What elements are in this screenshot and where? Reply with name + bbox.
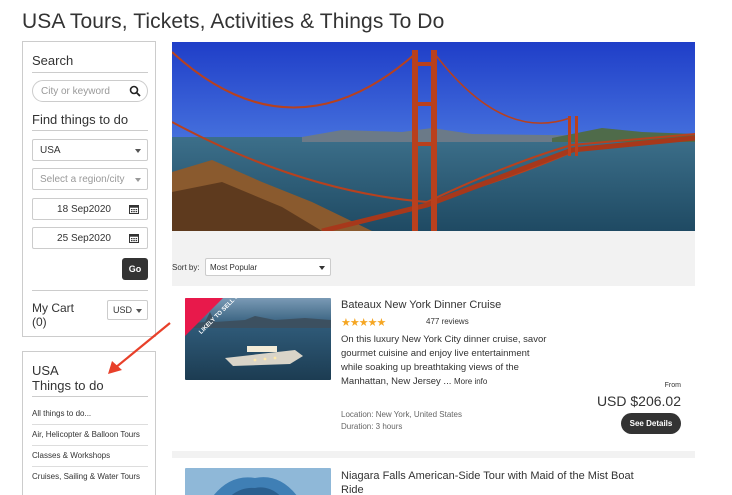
tour-description: On this luxury New York City dinner crui… — [341, 333, 551, 389]
start-date-value: 18 Sep2020 — [57, 204, 111, 215]
chevron-down-icon — [136, 309, 142, 313]
categories-title-country: USA — [32, 363, 59, 378]
categories-panel: USA Things to do All things to do... Air… — [22, 351, 156, 495]
divider — [32, 130, 148, 131]
my-cart[interactable]: My Cart (0) — [32, 301, 74, 329]
tour-title[interactable]: Bateaux New York Dinner Cruise — [341, 299, 501, 311]
chevron-down-icon — [135, 149, 141, 153]
tour-thumbnail[interactable] — [185, 468, 331, 495]
chevron-down-icon — [135, 178, 141, 182]
search-panel: Search City or keyword Find things to do… — [22, 41, 156, 337]
divider — [32, 396, 148, 397]
search-heading: Search — [32, 53, 74, 68]
end-date-field[interactable]: 25 Sep2020 — [32, 227, 148, 249]
start-date-field[interactable]: 18 Sep2020 — [32, 198, 148, 220]
tour-price: USD $206.02 — [596, 393, 681, 409]
search-icon[interactable] — [129, 85, 141, 97]
category-air-tours[interactable]: Air, Helicopter & Balloon Tours — [32, 424, 148, 445]
description-text: On this luxury New York City dinner crui… — [341, 334, 547, 387]
sort-select[interactable]: Most Popular — [205, 258, 331, 276]
tour-title[interactable]: Niagara Falls American-Side Tour with Ma… — [341, 469, 634, 495]
divider — [32, 72, 148, 73]
tour-card: Niagara Falls American-Side Tour with Ma… — [172, 466, 695, 495]
tour-thumbnail[interactable]: LIKELY TO SELL OUT — [185, 298, 331, 380]
category-cruises[interactable]: Cruises, Sailing & Water Tours — [32, 466, 148, 487]
tour-duration: Duration: 3 hours — [341, 422, 403, 431]
calendar-icon[interactable] — [129, 233, 139, 243]
sort-bar: Sort by: Most Popular — [172, 231, 695, 286]
search-input[interactable]: City or keyword — [32, 80, 148, 102]
region-select[interactable]: Select a region/city — [32, 168, 148, 190]
review-count[interactable]: 477 reviews — [426, 317, 469, 326]
category-all[interactable]: All things to do... — [32, 404, 148, 424]
categories-title-label: Things to do — [32, 378, 104, 393]
from-label: From — [664, 382, 681, 389]
sort-value: Most Popular — [210, 263, 258, 272]
calendar-icon[interactable] — [129, 204, 139, 214]
country-value: USA — [40, 145, 61, 156]
country-select[interactable]: USA — [32, 139, 148, 161]
star-rating-icon: ★★★★★ — [341, 317, 386, 329]
categories-title: USA Things to do — [32, 363, 104, 393]
tour-location: Location: New York, United States — [341, 410, 462, 419]
currency-value: USD — [113, 305, 133, 315]
end-date-value: 25 Sep2020 — [57, 233, 111, 244]
see-details-button[interactable]: See Details — [621, 413, 681, 434]
category-classes[interactable]: Classes & Workshops — [32, 445, 148, 466]
cart-count: (0) — [32, 315, 47, 329]
sort-label: Sort by: — [172, 263, 200, 272]
page-title: USA Tours, Tickets, Activities & Things … — [22, 10, 445, 33]
find-things-heading: Find things to do — [32, 112, 129, 127]
tour-card: LIKELY TO SELL OUT Bateaux New York Dinn… — [172, 296, 695, 446]
cart-label: My Cart — [32, 301, 74, 315]
tour-title-line: Ride — [341, 484, 364, 495]
tour-divider — [172, 451, 695, 458]
region-placeholder: Select a region/city — [40, 174, 125, 185]
category-list: All things to do... Air, Helicopter & Ba… — [32, 404, 148, 487]
search-placeholder: City or keyword — [41, 86, 110, 97]
hero-image — [172, 42, 695, 231]
tour-title-line: Niagara Falls American-Side Tour with Ma… — [341, 470, 634, 482]
more-info-link[interactable]: More info — [454, 377, 487, 386]
divider — [32, 290, 148, 291]
go-button[interactable]: Go — [122, 258, 148, 280]
chevron-down-icon — [319, 266, 325, 270]
currency-select[interactable]: USD — [107, 300, 148, 320]
